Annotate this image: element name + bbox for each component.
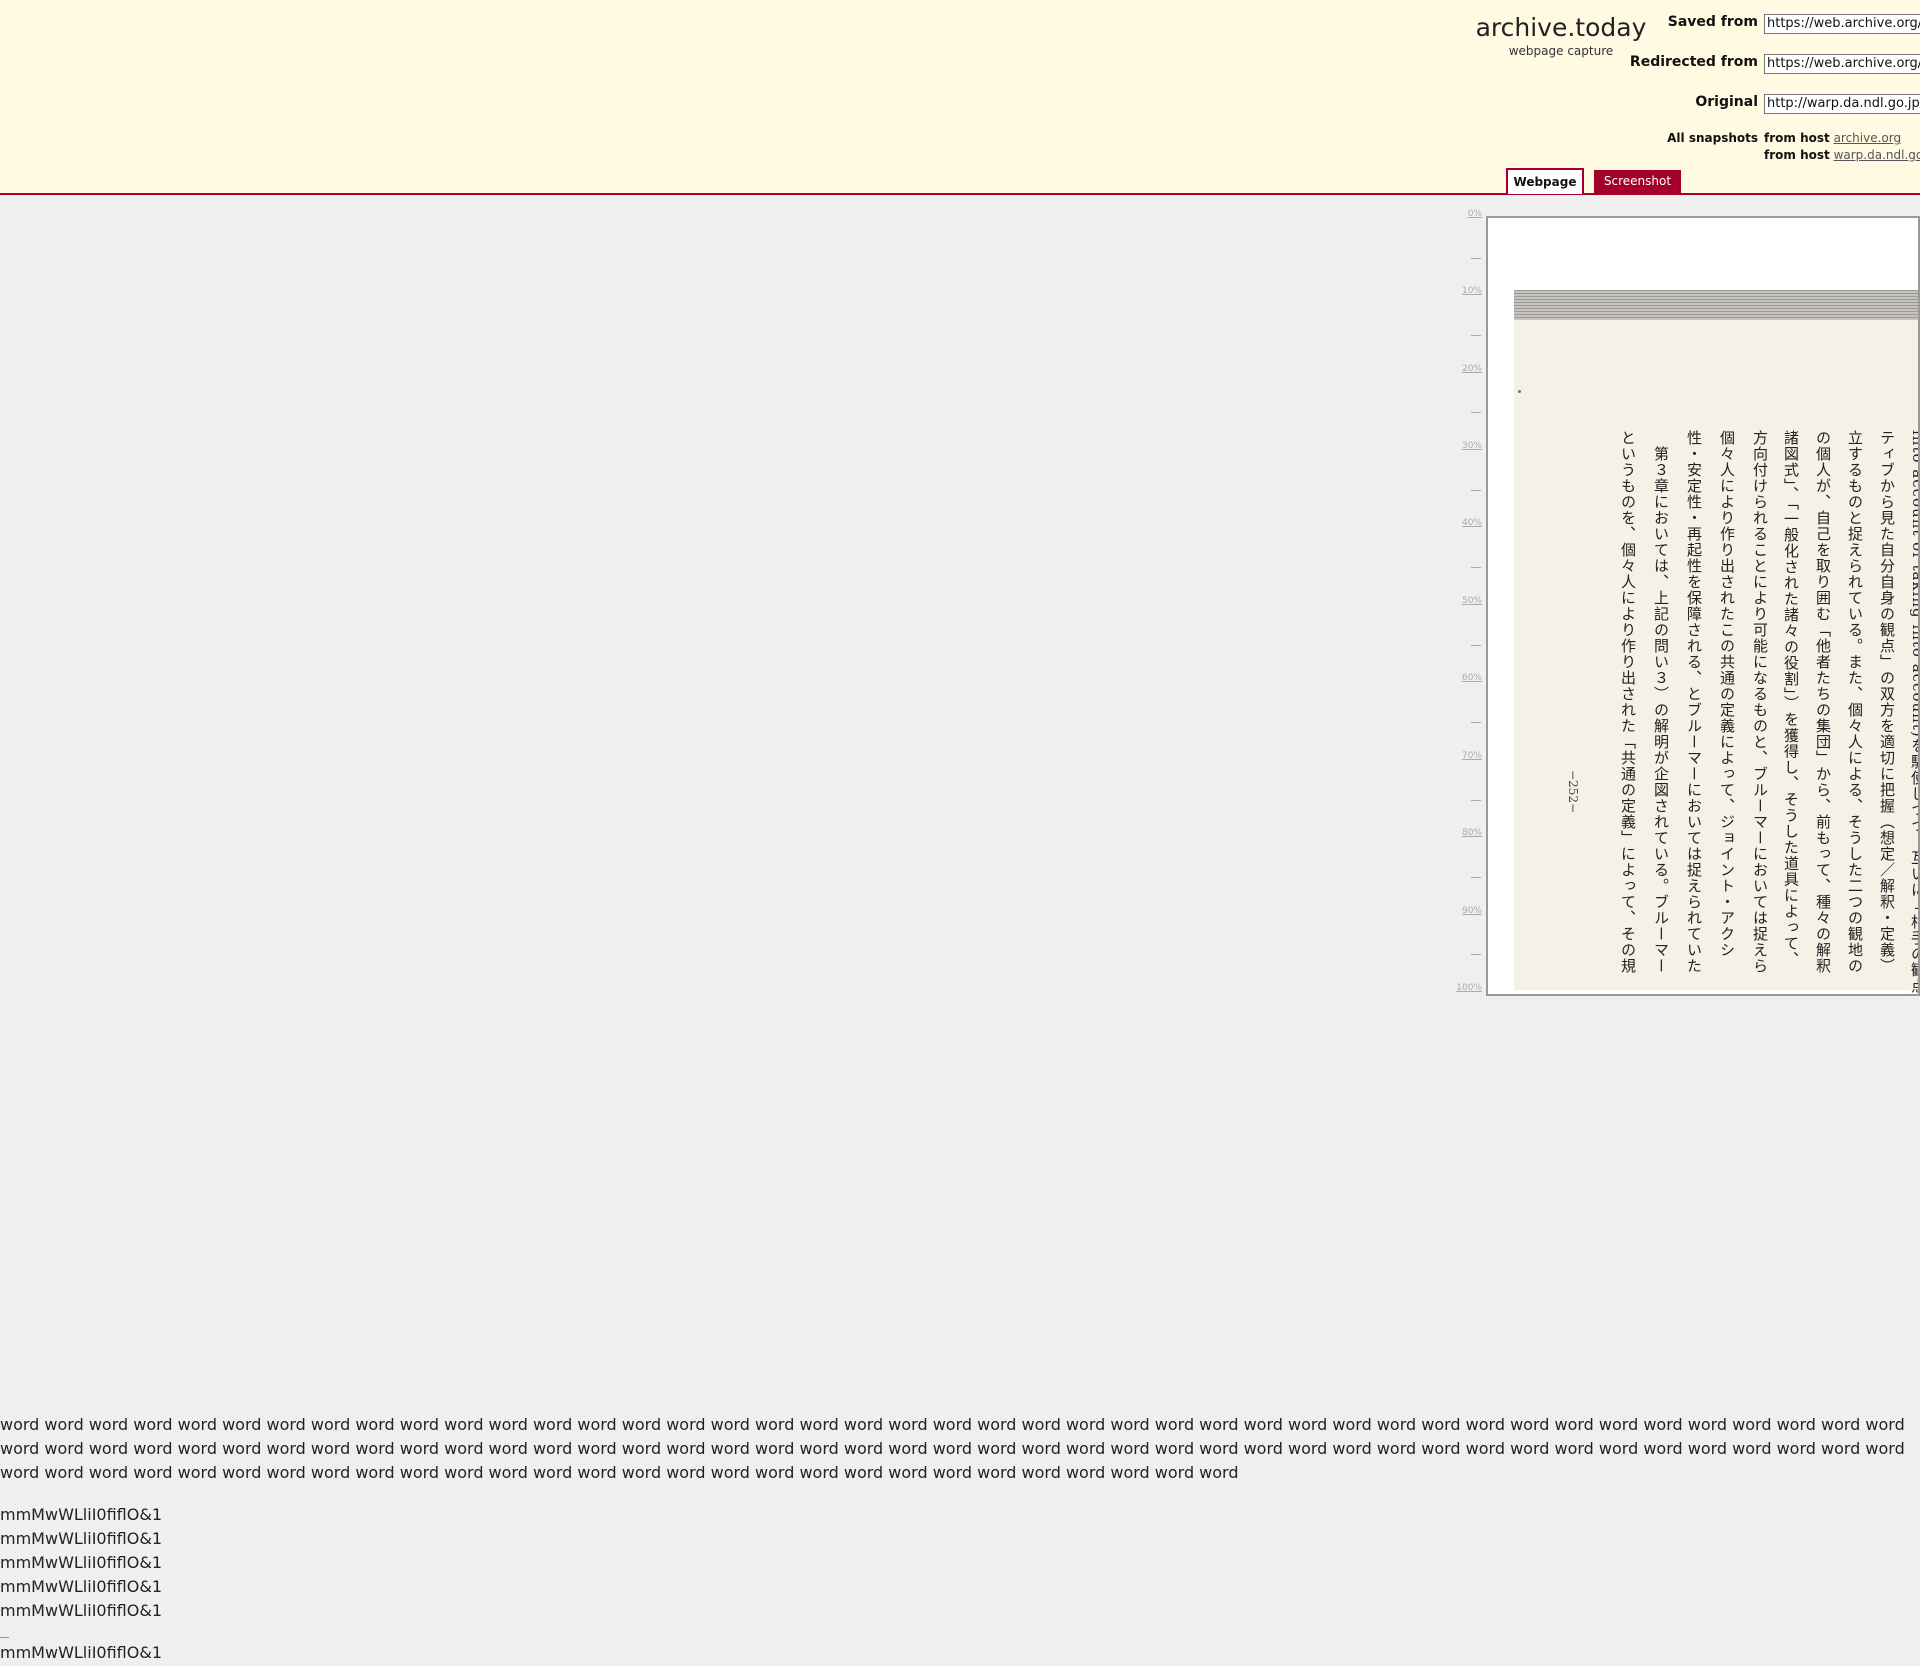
font-test-line: mmMwWLliI0fiflO&1 xyxy=(0,1553,162,1572)
all-snapshots-label: All snapshots xyxy=(1667,131,1758,145)
scale-link-10[interactable]: 10% xyxy=(1450,286,1482,296)
scan-header-band xyxy=(1514,290,1918,320)
tab-screenshot[interactable]: Screenshot xyxy=(1594,170,1681,194)
scale-link-50[interactable]: 50% xyxy=(1450,596,1482,606)
scale-tick xyxy=(1471,412,1481,413)
scale-tick xyxy=(1471,722,1481,723)
scale-link-30[interactable]: 30% xyxy=(1450,441,1482,451)
redirected-from-field[interactable]: https://web.archive.org/web/ xyxy=(1764,54,1920,74)
text-column: というものを、個々人により作り出された「共通の定義」によって、その規 xyxy=(1619,430,1637,974)
scale-link-60[interactable]: 60% xyxy=(1450,673,1482,683)
scale-tick xyxy=(1471,954,1481,955)
snapshot-host-prefix: from host xyxy=(1764,148,1830,162)
scale-link-70[interactable]: 70% xyxy=(1450,751,1482,761)
scale-tick xyxy=(1471,335,1481,336)
snapshot-host-link[interactable]: warp.da.ndl.go.jp xyxy=(1834,148,1920,162)
text-column: 個々人により作り出されたこの共通の定義によって、ジョイント・アクシ xyxy=(1718,430,1736,958)
archive-header: archive.today webpage capture Saved from… xyxy=(0,0,1920,195)
text-column: 立するものと捉えられている。また、個々人による、そうした二つの観地の xyxy=(1846,430,1864,974)
original-label: Original xyxy=(1695,94,1758,110)
snapshot-host-link[interactable]: archive.org xyxy=(1834,131,1902,145)
snapshot-host-prefix: from host xyxy=(1764,131,1830,145)
saved-from-field[interactable]: https://web.archive.org/web/ xyxy=(1764,14,1920,34)
font-test-line: mmMwWLliI0fiflO&1 xyxy=(0,1601,162,1620)
original-field[interactable]: http://warp.da.ndl.go.jp/ xyxy=(1764,94,1920,114)
snapshot-viewer[interactable]: into account of taking into account)を駆使し… xyxy=(1486,216,1920,996)
text-column: ティブから見た自分自身の観点」の双方を適切に把握（想定／解釈・定義） xyxy=(1878,430,1896,974)
scanned-page: into account of taking into account)を駆使し… xyxy=(1514,290,1918,994)
snapshot-host-row: from host archive.org xyxy=(1764,131,1901,145)
scale-tick xyxy=(1471,645,1481,646)
scale-tick xyxy=(1471,877,1481,878)
page-number: −252− xyxy=(1566,770,1580,814)
text-column: の個人が、自己を取り囲む「他者たちの集団」から、前もって、種々の解釈 xyxy=(1814,430,1832,974)
text-column: into account of taking into account)を駆使し… xyxy=(1909,430,1920,994)
text-column: 性・安定性・再起性を保障される、とブルーマーにおいては捉えられていた xyxy=(1685,430,1703,974)
font-test-line: mmMwWLliI0fiflO&1 xyxy=(0,1643,162,1662)
scale-link-20[interactable]: 20% xyxy=(1450,364,1482,374)
font-test-line: mmMwWLliI0fiflO&1 xyxy=(0,1505,162,1524)
saved-from-label: Saved from xyxy=(1667,14,1758,30)
scale-tick xyxy=(1471,800,1481,801)
scale-link-0[interactable]: 0% xyxy=(1450,209,1482,219)
redirected-from-label: Redirected from xyxy=(1629,54,1758,70)
scale-link-90[interactable]: 90% xyxy=(1450,906,1482,916)
scale-tick xyxy=(1471,567,1481,568)
text-column: 方向付けられることにより可能になるものと、ブルーマーにおいては捉えら xyxy=(1751,430,1769,974)
scale-tick xyxy=(1471,490,1481,491)
snapshot-host-row: from host warp.da.ndl.go.jp xyxy=(1764,148,1920,162)
divider xyxy=(0,1637,9,1638)
tab-webpage[interactable]: Webpage xyxy=(1506,168,1584,194)
font-test-line: mmMwWLliI0fiflO&1 xyxy=(0,1577,162,1596)
text-column: 諸図式」、「一般化された諸々の役割」）を獲得し、そうした道具によって、 xyxy=(1782,430,1800,968)
scale-link-100[interactable]: 100% xyxy=(1450,983,1482,993)
scale-link-40[interactable]: 40% xyxy=(1450,518,1482,528)
scale-link-80[interactable]: 80% xyxy=(1450,828,1482,838)
font-test-line: mmMwWLliI0fiflO&1 xyxy=(0,1529,162,1548)
text-column: 第３章においては、上記の問い３）の解明が企図されている。ブルーマー xyxy=(1652,430,1670,974)
filler-paragraph: word word word word word word word word … xyxy=(0,1415,1905,1482)
scan-speck xyxy=(1518,390,1521,393)
scale-tick xyxy=(1471,258,1481,259)
